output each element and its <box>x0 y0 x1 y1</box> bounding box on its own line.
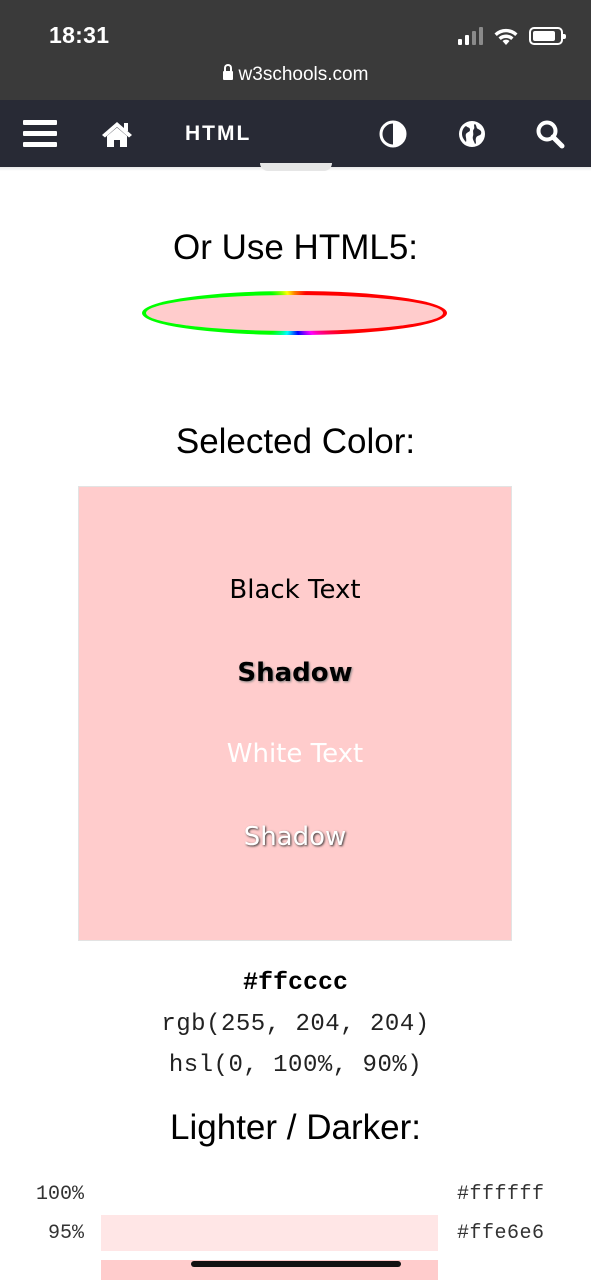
signal-icon <box>458 27 483 45</box>
lighter-darker-heading: Lighter / Darker: <box>170 1108 421 1147</box>
rgb-value: rgb(255, 204, 204) <box>161 1011 430 1038</box>
top-navbar: HTML <box>0 100 591 167</box>
home-indicator[interactable] <box>191 1261 401 1267</box>
black-shadow-sample: Shadow <box>237 658 353 688</box>
white-text-sample: White Text <box>226 739 364 769</box>
url-text: w3schools.com <box>238 64 369 85</box>
color-input-swatch <box>146 295 443 331</box>
white-shadow-sample: Shadow <box>243 822 347 852</box>
black-text-sample: Black Text <box>229 575 361 605</box>
html5-heading: Or Use HTML5: <box>172 228 419 267</box>
status-bar: 18:31 w3schools.com <box>0 0 591 100</box>
shade-percent: 95% <box>47 1222 84 1245</box>
hamburger-menu-icon[interactable] <box>22 100 58 167</box>
wifi-icon <box>494 28 518 45</box>
lock-icon <box>222 64 233 80</box>
selected-color-heading: Selected Color: <box>175 422 416 461</box>
html5-color-input[interactable] <box>142 291 447 335</box>
status-icons <box>458 26 566 46</box>
hex-value: #ffcccc <box>242 968 349 997</box>
shade-bar[interactable] <box>101 1215 438 1251</box>
shade-hex: #ffe6e6 <box>457 1222 545 1245</box>
hsl-value: hsl(0, 100%, 90%) <box>168 1052 423 1079</box>
nav-title[interactable]: HTML <box>185 100 251 167</box>
globe-icon[interactable] <box>457 100 487 167</box>
shade-hex: #ffffff <box>457 1183 545 1206</box>
address-bar[interactable]: w3schools.com <box>0 64 591 86</box>
search-icon[interactable] <box>535 100 565 167</box>
drag-handle <box>260 163 332 171</box>
shade-bar[interactable] <box>101 1175 438 1211</box>
shade-percent: 100% <box>35 1183 84 1206</box>
battery-icon <box>529 27 566 45</box>
home-icon[interactable] <box>100 100 134 167</box>
contrast-icon[interactable] <box>378 100 408 167</box>
selected-color-swatch: Black Text Shadow White Text Shadow <box>78 486 512 941</box>
status-time: 18:31 <box>49 22 110 48</box>
